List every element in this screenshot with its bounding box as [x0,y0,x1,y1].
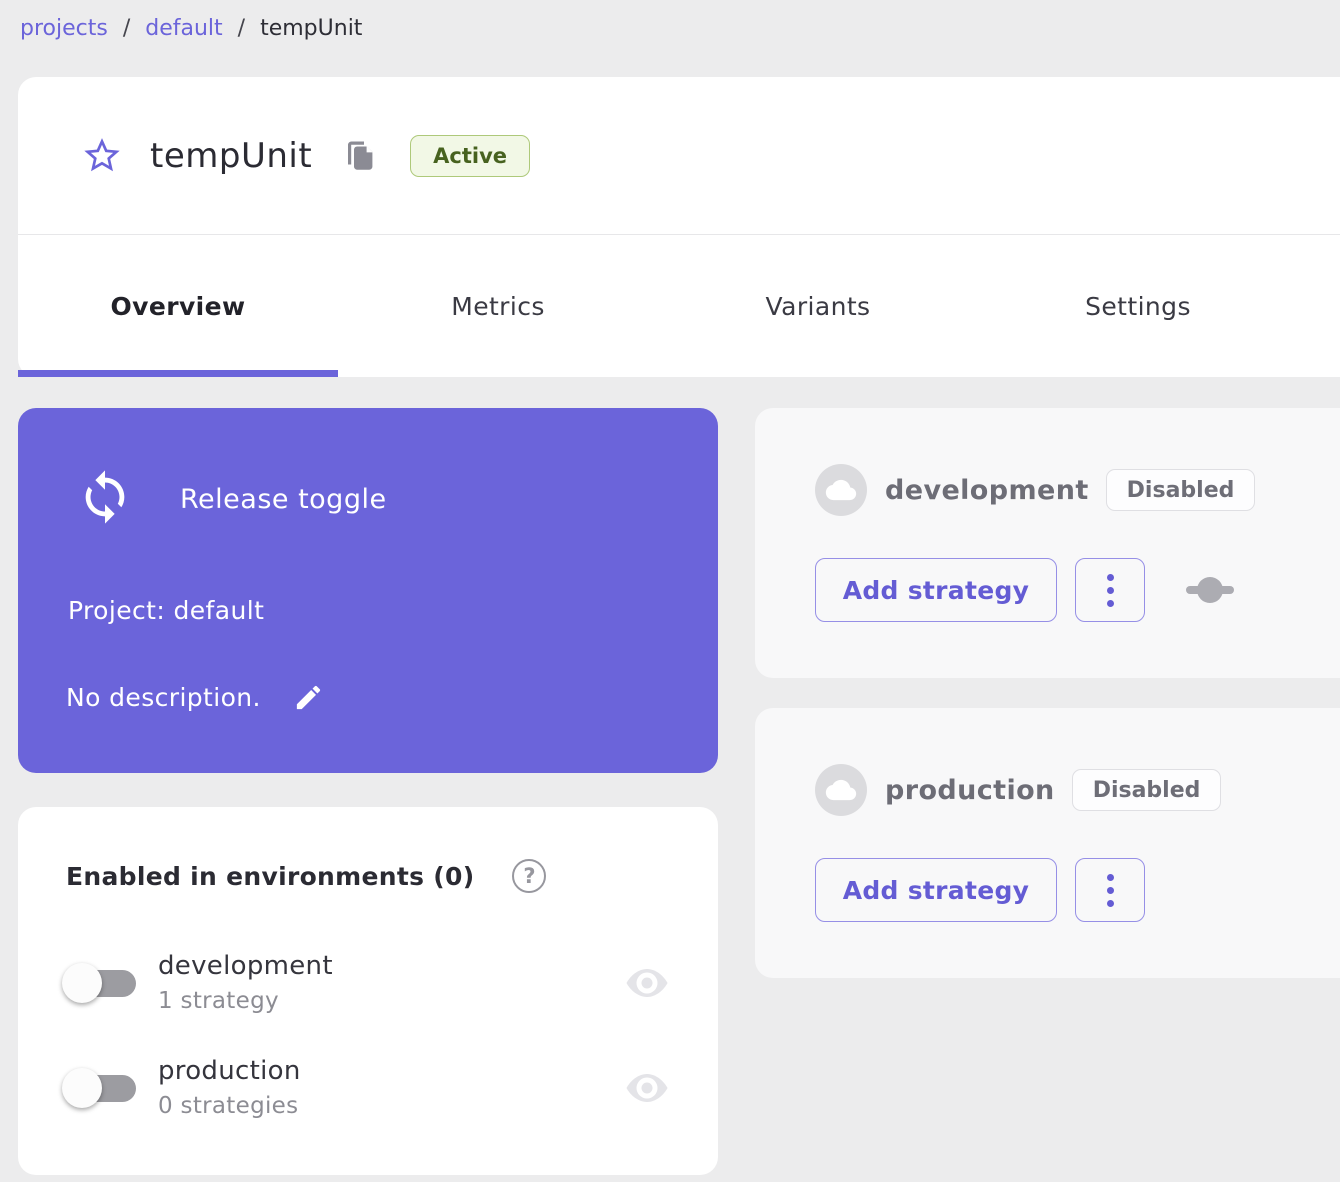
cloud-icon [815,764,867,816]
status-badge: Active [410,135,530,177]
development-toggle[interactable] [62,963,136,1003]
feature-info-card: Release toggle Project: default No descr… [18,408,718,773]
feature-type-label: Release toggle [180,484,387,515]
environment-name: development [158,951,333,981]
environment-status-badge: Disabled [1072,769,1222,811]
environment-status-badge: Disabled [1106,469,1256,511]
strategy-count: 1 strategy [158,988,333,1014]
main-content: Release toggle Project: default No descr… [18,408,1340,1175]
tab-bar: Overview Metrics Variants Settings [18,235,1340,377]
tab-metrics[interactable]: Metrics [338,235,658,377]
tab-overview-label: Overview [111,292,246,321]
environment-toggle-row-development: development 1 strategy [62,951,670,1014]
cloud-icon [815,464,867,516]
favorite-star-icon[interactable] [82,136,122,176]
tab-overview[interactable]: Overview [18,235,338,377]
add-strategy-button[interactable]: Add strategy [815,858,1057,922]
tab-settings[interactable]: Settings [978,235,1298,377]
environment-title: development [885,475,1089,506]
breadcrumb-separator: / [123,16,130,41]
tab-variants[interactable]: Variants [658,235,978,377]
feature-title-row: tempUnit Active [18,77,1340,235]
strategy-count: 0 strategies [158,1093,301,1119]
feature-header-card: tempUnit Active Overview Metrics Variant… [18,77,1340,377]
more-actions-button[interactable] [1075,558,1145,622]
breadcrumb: projects / default / tempUnit [0,0,1340,41]
kebab-menu-icon [1107,874,1114,907]
enabled-environments-card: Enabled in environments (0) development … [18,807,718,1175]
feature-type-row: Release toggle [76,468,387,530]
project-label: Project: default [68,596,264,625]
release-toggle-icon [76,468,134,530]
copy-name-icon[interactable] [346,139,374,172]
eye-icon[interactable] [624,1072,670,1104]
description-text: No description. [66,683,261,712]
active-tab-indicator [18,370,338,377]
page-title: tempUnit [150,136,312,176]
production-toggle[interactable] [62,1068,136,1108]
breadcrumb-link-projects[interactable]: projects [20,16,108,41]
help-icon[interactable] [512,859,546,893]
breadcrumb-separator: / [238,16,245,41]
eye-icon[interactable] [624,967,670,999]
more-actions-button[interactable] [1075,858,1145,922]
tab-variants-label: Variants [766,292,871,321]
tab-settings-label: Settings [1085,292,1191,321]
strategy-slider-icon [1185,575,1235,605]
add-strategy-button[interactable]: Add strategy [815,558,1057,622]
environment-card-development: development Disabled Add strategy [755,408,1340,678]
environment-card-production: production Disabled Add strategy [755,708,1340,978]
breadcrumb-link-default[interactable]: default [145,16,222,41]
toggle-thumb [62,1068,102,1108]
toggle-thumb [62,963,102,1003]
kebab-menu-icon [1107,574,1114,607]
tab-metrics-label: Metrics [451,292,545,321]
environment-toggle-row-production: production 0 strategies [62,1056,670,1119]
environment-name: production [158,1056,301,1086]
edit-description-icon[interactable] [293,682,324,713]
description-row: No description. [66,682,324,713]
breadcrumb-current: tempUnit [260,16,362,41]
environment-title: production [885,775,1055,806]
enabled-environments-title: Enabled in environments (0) [66,862,474,891]
